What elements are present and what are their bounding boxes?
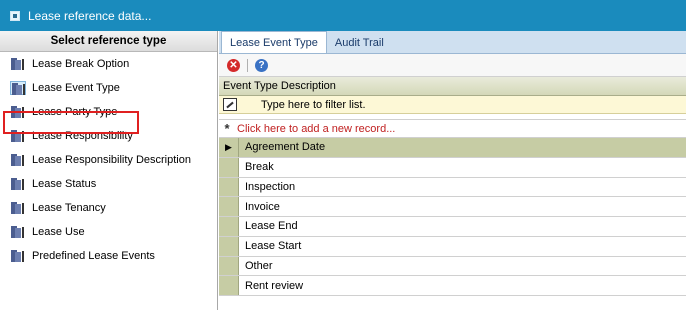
table-cell[interactable]: Rent review bbox=[239, 276, 686, 295]
new-record-icon: * bbox=[224, 121, 230, 136]
row-selector-arrow-icon[interactable]: ▶ bbox=[219, 138, 239, 157]
book-icon bbox=[10, 201, 26, 215]
reference-type-panel: Select reference type Lease Break Option… bbox=[0, 31, 218, 310]
reference-type-header: Select reference type bbox=[0, 31, 217, 52]
table-cell[interactable]: Other bbox=[239, 257, 686, 276]
ref-item-label: Lease Break Option bbox=[32, 58, 130, 70]
ref-item-lease-use[interactable]: Lease Use bbox=[0, 220, 217, 244]
table-cell[interactable]: Lease Start bbox=[239, 237, 686, 256]
table-row[interactable]: Invoice bbox=[219, 197, 686, 217]
window-title: Lease reference data... bbox=[28, 8, 152, 23]
ref-item-lease-break-option[interactable]: Lease Break Option bbox=[0, 52, 217, 76]
ref-item-label: Lease Event Type bbox=[32, 82, 120, 94]
tab-audit-trail[interactable]: Audit Trail bbox=[327, 33, 392, 53]
table-row[interactable]: ▶ Agreement Date bbox=[219, 138, 686, 158]
ref-item-label: Lease Tenancy bbox=[32, 202, 106, 214]
table-row[interactable]: Break bbox=[219, 157, 686, 178]
filter-row[interactable]: Type here to filter list. bbox=[219, 96, 686, 114]
row-selector[interactable] bbox=[219, 236, 239, 256]
table-row[interactable]: Inspection bbox=[219, 177, 686, 198]
table-row[interactable]: Lease End bbox=[219, 217, 686, 237]
book-icon bbox=[10, 81, 26, 95]
book-icon bbox=[10, 57, 26, 71]
toolbar-separator bbox=[247, 58, 248, 72]
add-record-row[interactable]: * Click here to add a new record... bbox=[219, 120, 686, 138]
row-selector[interactable] bbox=[219, 197, 239, 216]
ref-item-label: Lease Responsibility Description bbox=[32, 154, 191, 166]
book-icon bbox=[10, 177, 26, 191]
filter-placeholder[interactable]: Type here to filter list. bbox=[261, 99, 366, 111]
column-header-event-type-description[interactable]: Event Type Description bbox=[219, 77, 686, 96]
book-icon bbox=[10, 225, 26, 239]
row-selector[interactable] bbox=[219, 276, 239, 295]
delete-icon[interactable]: ✕ bbox=[227, 58, 240, 72]
ref-item-label: Lease Status bbox=[32, 178, 97, 190]
selection-highlight-box bbox=[3, 111, 139, 134]
table-cell[interactable]: Break bbox=[239, 158, 686, 177]
ref-item-lease-event-type[interactable]: Lease Event Type bbox=[0, 76, 217, 100]
filter-icon[interactable] bbox=[223, 98, 237, 111]
grid-toolbar: ✕ ? bbox=[219, 54, 686, 77]
table-row[interactable]: Other bbox=[219, 256, 686, 277]
table-cell[interactable]: Agreement Date bbox=[239, 138, 686, 157]
tab-strip: Lease Event Type Audit Trail bbox=[219, 31, 686, 54]
table-row[interactable]: Rent review bbox=[219, 276, 686, 296]
add-record-text[interactable]: Click here to add a new record... bbox=[235, 123, 395, 135]
row-selector[interactable] bbox=[219, 157, 239, 177]
ref-item-lease-status[interactable]: Lease Status bbox=[0, 172, 217, 196]
detail-panel: Lease Event Type Audit Trail ✕ ? Event T… bbox=[219, 31, 686, 310]
ref-item-predefined-lease-events[interactable]: Predefined Lease Events bbox=[0, 244, 217, 268]
row-selector[interactable] bbox=[219, 217, 239, 236]
table-row[interactable]: Lease Start bbox=[219, 236, 686, 257]
reference-type-list: Lease Break Option Lease Event Type Leas… bbox=[0, 52, 217, 268]
table-cell[interactable]: Lease End bbox=[239, 217, 686, 236]
ref-item-lease-responsibility-description[interactable]: Lease Responsibility Description bbox=[0, 148, 217, 172]
table-cell[interactable]: Invoice bbox=[239, 197, 686, 216]
book-icon bbox=[10, 249, 26, 263]
ref-item-label: Lease Use bbox=[32, 226, 85, 238]
ref-item-lease-tenancy[interactable]: Lease Tenancy bbox=[0, 196, 217, 220]
row-selector[interactable] bbox=[219, 177, 239, 197]
tab-lease-event-type[interactable]: Lease Event Type bbox=[221, 31, 327, 53]
book-icon bbox=[10, 153, 26, 167]
ref-item-label: Predefined Lease Events bbox=[32, 250, 155, 262]
help-icon[interactable]: ? bbox=[255, 58, 268, 72]
window-icon bbox=[10, 10, 20, 21]
table-cell[interactable]: Inspection bbox=[239, 178, 686, 197]
row-selector[interactable] bbox=[219, 256, 239, 276]
event-type-grid: Event Type Description Type here to filt… bbox=[219, 77, 686, 296]
title-bar: Lease reference data... bbox=[0, 0, 686, 31]
